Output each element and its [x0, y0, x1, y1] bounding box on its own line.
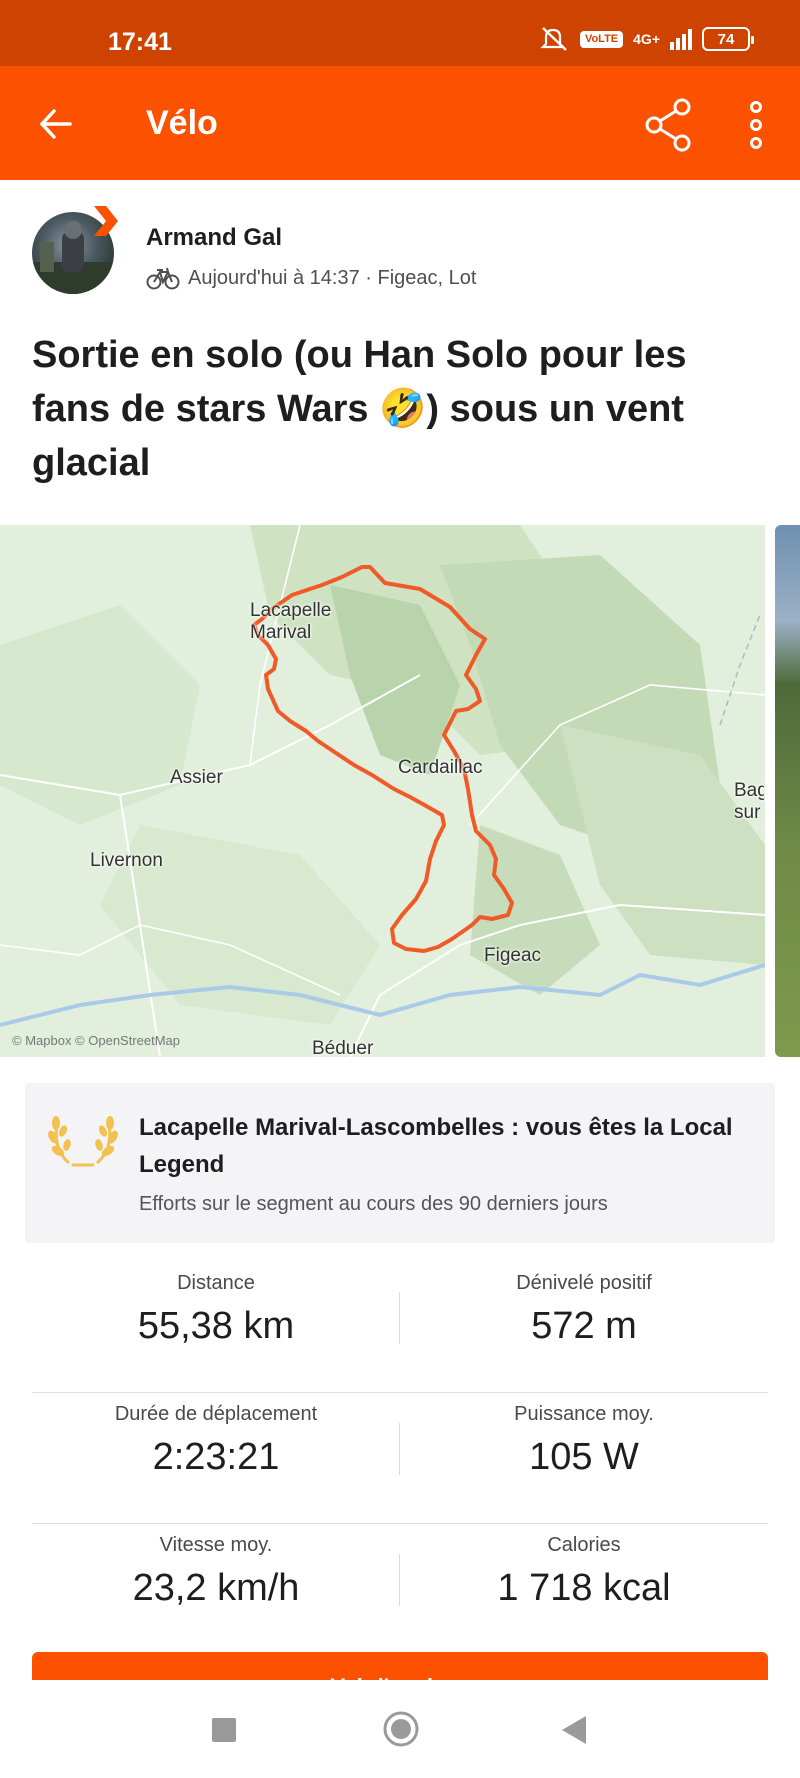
stat-value: 55,38 km — [137, 1305, 295, 1347]
map-label-figeac: Figeac — [484, 945, 542, 966]
map-label-livernon: Livernon — [90, 850, 163, 871]
map-label-assier: Assier — [170, 767, 223, 788]
signal-icon — [670, 28, 692, 50]
stat-label: Durée de déplacement — [114, 1403, 318, 1425]
stat-label: Puissance moy. — [514, 1403, 654, 1425]
stat-label: Calories — [547, 1534, 621, 1556]
back-arrow-icon[interactable] — [36, 104, 76, 144]
laurel-wreath-icon — [48, 1116, 118, 1167]
stat-elevation: Dénivelé positif 572 m — [400, 1272, 768, 1348]
map-attribution: © Mapbox © OpenStreetMap — [12, 1033, 181, 1048]
home-icon[interactable] — [382, 1710, 420, 1748]
local-legend-card[interactable]: Lacapelle Marival-Lascombelles : vous êt… — [25, 1083, 775, 1243]
activity-header: Armand Gal Aujourd'hui à 14:37 · Figeac,… — [0, 180, 800, 310]
activity-photo-thumbnail[interactable] — [775, 525, 800, 1057]
stat-calories: Calories 1 718 kcal — [400, 1534, 768, 1610]
status-time: 17:41 — [108, 28, 172, 56]
more-vert-icon[interactable] — [742, 100, 770, 150]
map-label-beduer: Béduer — [312, 1038, 374, 1057]
local-legend-subtitle: Efforts sur le segment au cours des 90 d… — [139, 1193, 608, 1215]
stats-row: Distance 55,38 km Dénivelé positif 572 m — [32, 1262, 768, 1393]
stat-value: 2:23:21 — [152, 1436, 280, 1478]
stat-value: 1 718 kcal — [497, 1567, 671, 1609]
athlete-name[interactable]: Armand Gal — [146, 224, 282, 252]
map-terrain — [0, 525, 765, 1057]
activity-datetime-location: Aujourd'hui à 14:37 · Figeac, Lot — [188, 266, 477, 289]
system-nav-bar — [0, 1688, 800, 1778]
route-map[interactable]: Lacapelle Marival Assier Cardaillac Live… — [0, 525, 765, 1057]
stat-label: Vitesse moy. — [159, 1534, 273, 1556]
network-type: 4G+ — [633, 31, 660, 47]
nav-back-icon[interactable] — [560, 1714, 588, 1746]
stat-label: Distance — [177, 1272, 255, 1294]
recent-apps-icon[interactable] — [212, 1718, 236, 1742]
map-label-cardaillac: Cardaillac — [398, 757, 483, 778]
stat-value: 23,2 km/h — [132, 1567, 300, 1609]
volte-icon: VoLTE — [579, 30, 624, 48]
share-icon[interactable] — [644, 98, 694, 152]
stat-label: Dénivelé positif — [516, 1272, 652, 1294]
stat-moving-time: Durée de déplacement 2:23:21 — [32, 1403, 400, 1479]
stats-row: Durée de déplacement 2:23:21 Puissance m… — [32, 1393, 768, 1524]
bicycle-icon — [146, 267, 180, 290]
stat-value: 572 m — [531, 1305, 637, 1347]
scroll-edge — [0, 1680, 800, 1688]
battery-level: 74 — [717, 30, 735, 48]
activity-title: Sortie en solo (ou Han Solo pour les fan… — [32, 334, 687, 484]
status-bar: 17:41 VoLTE 4G+ 74 — [0, 0, 800, 66]
stats-grid: Distance 55,38 km Dénivelé positif 572 m… — [32, 1262, 768, 1655]
mute-icon — [540, 27, 567, 51]
chevron-badge-icon — [94, 206, 118, 236]
app-bar: Vélo — [0, 66, 800, 180]
battery-icon: 74 — [702, 27, 754, 51]
map-label-lacapelle: Lacapelle Marival — [250, 600, 332, 643]
stats-row: Vitesse moy. 23,2 km/h Calories 1 718 kc… — [32, 1524, 768, 1655]
stat-avg-speed: Vitesse moy. 23,2 km/h — [32, 1534, 400, 1610]
local-legend-title: Lacapelle Marival-Lascombelles : vous êt… — [139, 1114, 733, 1178]
stat-avg-power: Puissance moy. 105 W — [400, 1403, 768, 1479]
page-title: Vélo — [146, 104, 218, 142]
stat-value: 105 W — [529, 1436, 639, 1478]
map-label-bagnac: Bag sur — [734, 780, 764, 823]
status-icons: VoLTE 4G+ 74 — [540, 26, 754, 52]
activity-meta: Aujourd'hui à 14:37 · Figeac, Lot — [146, 266, 476, 290]
stat-distance: Distance 55,38 km — [32, 1272, 400, 1348]
